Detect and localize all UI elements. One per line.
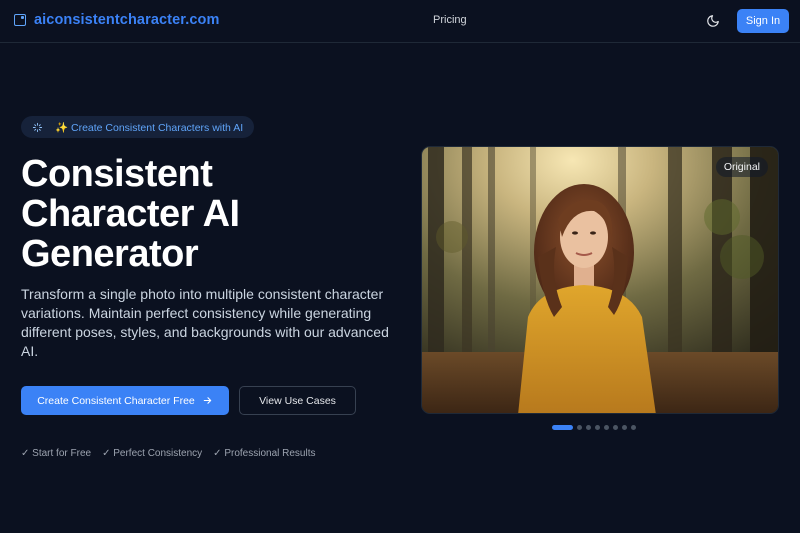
theme-toggle-button[interactable]	[705, 13, 721, 29]
nav-link-pricing[interactable]: Pricing	[433, 14, 467, 26]
brand-logo[interactable]: aiconsistentcharacter.com	[14, 12, 219, 28]
moon-icon	[707, 15, 719, 27]
carousel-dot[interactable]	[613, 425, 618, 430]
carousel-dot[interactable]	[595, 425, 600, 430]
feature-list: ✓ Start for Free ✓ Perfect Consistency ✓…	[21, 448, 326, 459]
site-header: aiconsistentcharacter.com Pricing Sign I…	[0, 0, 800, 43]
original-label: Original	[715, 157, 768, 177]
showcase-image-card[interactable]: Original	[421, 146, 779, 414]
feature-item: ✓ Professional Results	[213, 448, 316, 459]
carousel-dot[interactable]	[586, 425, 591, 430]
hero-badge: ✨ Create Consistent Characters with AI	[21, 116, 255, 138]
carousel-dot-active[interactable]	[552, 425, 573, 430]
carousel-dot[interactable]	[622, 425, 627, 430]
carousel-dot[interactable]	[604, 425, 609, 430]
brand-name[interactable]: aiconsistentcharacter.com	[34, 12, 219, 28]
hero-description: Transform a single photo into multiple c…	[21, 286, 389, 359]
feature-item: ✓ Perfect Consistency	[102, 448, 203, 459]
sparkles-icon	[32, 122, 43, 132]
hero-title: Consistent Character AI Generator	[21, 153, 240, 275]
portrait-image	[422, 147, 778, 413]
arrow-right-icon	[203, 397, 212, 404]
hero-badge-text: ✨ Create Consistent Characters with AI	[55, 121, 244, 134]
create-character-button[interactable]: Create Consistent Character Free	[21, 386, 229, 415]
carousel-dot[interactable]	[577, 425, 582, 430]
brand-square-icon	[14, 14, 26, 26]
carousel-dots	[552, 425, 640, 430]
carousel-dot[interactable]	[631, 425, 636, 430]
feature-item: ✓ Start for Free	[21, 448, 92, 459]
sign-in-button[interactable]: Sign In	[737, 9, 789, 33]
view-use-cases-button[interactable]: View Use Cases	[239, 386, 356, 415]
create-character-label: Create Consistent Character Free	[37, 394, 195, 407]
